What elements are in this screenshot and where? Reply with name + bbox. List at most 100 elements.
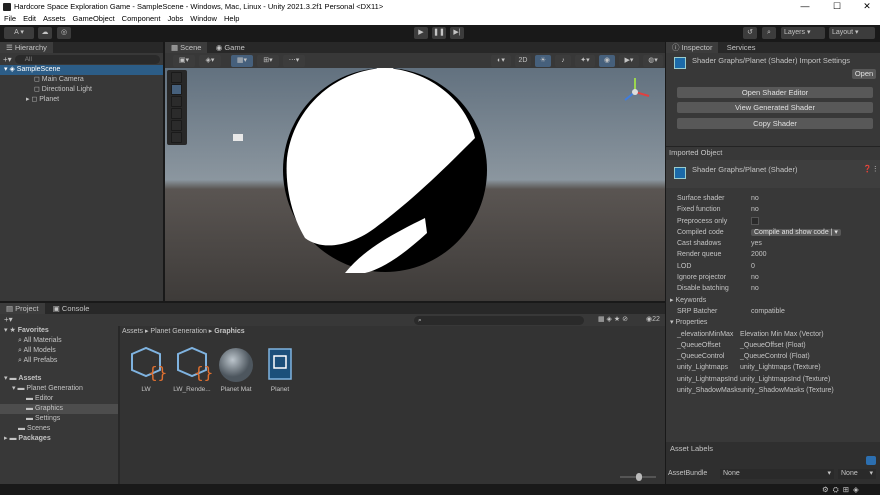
favorites-label: Favorites [17,327,49,334]
breadcrumb-item[interactable]: Assets [122,328,143,335]
keywords-foldout[interactable]: ▸ Keywords [666,295,880,306]
favorite-item[interactable]: ⌕ All Models [0,346,118,356]
move-tool-icon[interactable] [171,84,182,95]
view-generated-shader-button[interactable]: View Generated Shader [677,102,873,113]
project-search[interactable]: ⌕ [414,316,584,325]
hand-tool-icon[interactable] [171,72,182,83]
collab-icon[interactable]: ◎ [57,27,71,39]
scene-root-row[interactable]: ▾ ◈ SampleScene [0,65,163,75]
camera-icon[interactable]: ▶▾ [619,55,639,67]
tab-hierarchy[interactable]: ☰ Hierarchy [0,42,53,53]
layers-dropdown[interactable]: Layers ▾ [781,27,825,39]
tag-icon[interactable] [866,456,876,465]
snap-increment-icon[interactable]: ⋯▾ [283,55,305,67]
history-icon[interactable]: ↺ [743,27,757,39]
add-icon[interactable]: +▾ [4,315,13,324]
menu-window[interactable]: Window [190,13,217,25]
services-tab-label: Services [726,43,756,52]
scale-tool-icon[interactable] [171,108,182,119]
asset-bundle-dropdown[interactable]: None ▾ [720,469,834,479]
open-shader-editor-button[interactable]: Open Shader Editor [677,87,873,98]
folder-item[interactable]: ▬ Editor [0,394,118,404]
breadcrumb-item[interactable]: Planet Generation [150,328,206,335]
tab-services[interactable]: Services [721,42,762,53]
shading-icon[interactable]: ◐▾ [491,55,511,67]
gizmos-icon[interactable]: ◍▾ [643,55,663,67]
menu-file[interactable]: File [4,13,16,25]
menu-assets[interactable]: Assets [43,13,66,25]
copy-shader-button[interactable]: Copy Shader [677,118,873,129]
scene-gizmo[interactable] [617,74,653,110]
tab-game[interactable]: ◉ Game [210,42,251,53]
compile-show-code-button[interactable]: Compile and show code | ▾ [751,228,841,236]
filter-icons[interactable]: ▦ ◈ ★ ⊘ [598,315,628,323]
folder-item[interactable]: ▬ Settings [0,414,118,424]
hierarchy-item[interactable]: ◻ Main Camera [0,75,163,85]
folder-item-selected[interactable]: ▬ Graphics [0,404,118,414]
transform-tool-icon[interactable] [171,132,182,143]
tab-scene[interactable]: ▦ Scene [165,42,208,53]
visibility-icon[interactable]: ◉ [599,55,615,67]
folder-item[interactable]: ▾ ▬ Planet Generation [0,384,118,394]
favorites-row[interactable]: ▾ ★ Favorites [0,326,118,336]
add-icon[interactable]: +▾ [3,55,12,64]
hierarchy-search[interactable]: All [14,54,160,64]
hidden-count: ◉22 [646,316,660,323]
status-icons[interactable]: ⚙⛭⊞◈ [822,485,863,495]
pivot-icon[interactable]: ⊞▾ [257,55,279,67]
cloud-icon[interactable]: ☁ [38,27,52,39]
menu-edit[interactable]: Edit [23,13,36,25]
packages-row[interactable]: ▸ ▬ Packages [0,434,118,444]
minimize-button[interactable]: — [790,0,820,13]
shader-info: Surface shader no Fixed function no Prepro… [666,193,880,396]
hierarchy-item[interactable]: ◻ Directional Light [0,85,163,95]
play-button[interactable]: ▶ [414,27,428,39]
pause-button[interactable]: ❚❚ [432,27,446,39]
menu-component[interactable]: Component [122,13,161,25]
menu-gameobject[interactable]: GameObject [73,13,115,25]
scene-viewport[interactable] [165,68,665,301]
asset-item[interactable]: {} LW_Rende... [170,346,214,393]
asset-item[interactable]: {} LW [124,346,168,393]
property-row: Preprocess only [666,216,880,227]
zoom-slider[interactable] [620,473,656,481]
lighting-icon[interactable]: ☀ [535,55,551,67]
audio-icon[interactable]: ♪ [555,55,571,67]
grid-snap-icon[interactable]: ▦▾ [231,55,253,67]
search-icon[interactable]: ⌕ [762,27,776,39]
draw-mode-icon[interactable]: ▣▾ [173,55,195,67]
asset-variant-dropdown[interactable]: None ▾ [838,469,876,479]
tab-inspector[interactable]: ⓘ Inspector [666,42,719,53]
breadcrumb-item[interactable]: Graphics [214,328,244,335]
srp-label: SRP Batcher [677,307,718,315]
assets-row[interactable]: ▾ ▬ Assets [0,374,118,384]
zoom-slider-thumb[interactable] [636,473,642,481]
asset-item[interactable]: Planet Mat [214,346,258,393]
open-button[interactable]: Open [852,69,876,79]
close-button[interactable]: ✕ [852,0,880,13]
tab-project[interactable]: ▤ Project [0,303,45,314]
rotate-tool-icon[interactable] [171,96,182,107]
properties-label: Properties [675,319,708,327]
scene-tabbar: ▦ Scene ◉ Game [165,42,665,53]
effects-icon[interactable]: ✦▾ [575,55,595,67]
properties-foldout[interactable]: ▾ Properties [666,317,880,328]
asset-item[interactable]: Planet [258,346,302,393]
help-icon[interactable]: ❓⋮ [863,165,879,173]
menu-help[interactable]: Help [224,13,239,25]
mode-2d-toggle[interactable]: 2D [515,55,531,67]
layout-dropdown[interactable]: Layout ▾ [829,27,875,39]
favorite-item[interactable]: ⌕ All Materials [0,336,118,346]
hierarchy-item[interactable]: ▸ ◻ Planet [0,95,163,105]
folder-item[interactable]: ▬ Scenes [0,424,118,434]
maximize-button[interactable]: ☐ [822,0,852,13]
rect-tool-icon[interactable] [171,120,182,131]
render-mode-icon[interactable]: ◈▾ [199,55,221,67]
menu-jobs[interactable]: Jobs [167,13,183,25]
account-dropdown[interactable]: A ▾ [4,27,34,39]
preprocess-checkbox[interactable] [751,216,759,225]
favorite-item[interactable]: ⌕ All Prefabs [0,356,118,366]
step-button[interactable]: ▶| [450,27,464,39]
tab-console[interactable]: ▣ Console [47,303,96,314]
assets-label: Assets [18,375,42,382]
